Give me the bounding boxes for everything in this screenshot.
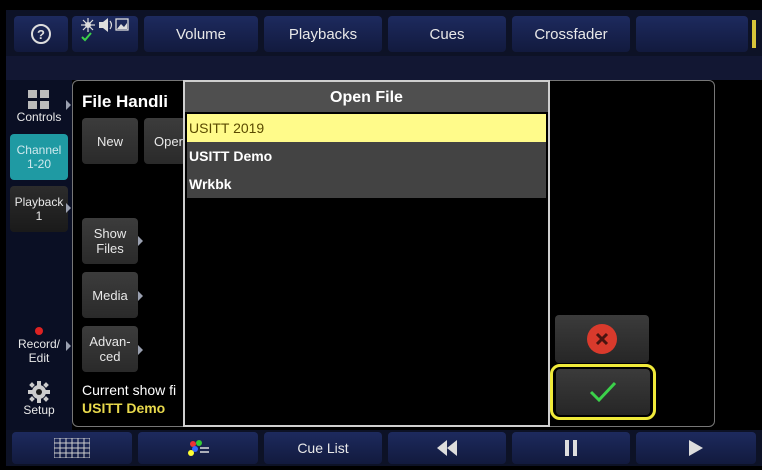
status-indicator-button[interactable]: [72, 16, 138, 52]
color-picker-button[interactable]: [138, 432, 258, 464]
play-icon: [689, 440, 703, 456]
file-list-item[interactable]: Wrkbk: [187, 170, 546, 198]
image-icon: [115, 18, 129, 31]
controls-button[interactable]: Controls: [10, 84, 68, 130]
ok-button[interactable]: [556, 369, 650, 415]
cancel-button[interactable]: [555, 315, 649, 363]
tab-empty[interactable]: [636, 16, 748, 52]
sun-icon: [81, 18, 95, 32]
pause-icon: [565, 440, 577, 456]
current-show-value: USITT Demo: [82, 400, 166, 416]
media-chevron-icon: [138, 291, 143, 301]
open-file-dialog: Open File USITT 2019 USITT Demo Wrkbk: [183, 80, 550, 427]
active-indicator: [752, 20, 756, 48]
media-button[interactable]: Media: [82, 272, 138, 318]
show-files-button[interactable]: Show Files: [82, 218, 138, 264]
setup-button[interactable]: Setup: [10, 376, 68, 422]
show-files-chevron-icon: [138, 236, 143, 246]
dialog-title: Open File: [185, 82, 548, 112]
pause-button[interactable]: [512, 432, 630, 464]
controls-label: Controls: [16, 110, 62, 124]
keypad-button[interactable]: [12, 432, 132, 464]
new-button[interactable]: New: [82, 118, 138, 164]
page-title: File Handli: [82, 92, 168, 111]
record-edit-label: Record/ Edit: [17, 337, 61, 365]
file-list-item[interactable]: USITT Demo: [187, 142, 546, 170]
playback-chevron-icon: [66, 203, 71, 213]
cue-list-button[interactable]: Cue List: [264, 432, 382, 464]
setup-label: Setup: [23, 403, 55, 417]
tab-cues[interactable]: Cues: [388, 16, 506, 52]
close-icon: [587, 324, 617, 354]
advanced-chevron-icon: [138, 345, 143, 355]
tab-playbacks[interactable]: Playbacks: [264, 16, 382, 52]
grid-icon: [28, 90, 49, 109]
record-edit-button[interactable]: Record/ Edit: [10, 322, 68, 370]
advanced-button[interactable]: Advan- ced: [82, 326, 138, 372]
header-strip: [6, 56, 762, 80]
tab-volume[interactable]: Volume: [144, 16, 258, 52]
channel-button[interactable]: Channel 1-20: [10, 134, 68, 180]
record-dot-icon: [35, 327, 43, 335]
controls-chevron-icon: [66, 100, 71, 110]
playback-button[interactable]: Playback 1: [10, 186, 68, 232]
play-button[interactable]: [636, 432, 756, 464]
rewind-button[interactable]: [388, 432, 506, 464]
record-chevron-icon: [66, 341, 71, 351]
color-palette-icon: [188, 440, 209, 456]
status-icons: [81, 18, 129, 42]
help-button[interactable]: ?: [14, 16, 68, 52]
current-show-label: Current show fi: [82, 382, 177, 398]
tab-crossfader[interactable]: Crossfader: [512, 16, 630, 52]
help-icon: ?: [31, 24, 51, 44]
rewind-icon: [437, 440, 457, 456]
gear-icon: [28, 381, 50, 403]
speaker-icon: [99, 18, 113, 32]
checkmark-icon: [589, 381, 617, 403]
open-button[interactable]: Oper: [144, 118, 186, 164]
keypad-grid-icon: [54, 438, 90, 458]
check-small-icon: [81, 32, 92, 42]
file-list-item[interactable]: USITT 2019: [187, 114, 546, 142]
